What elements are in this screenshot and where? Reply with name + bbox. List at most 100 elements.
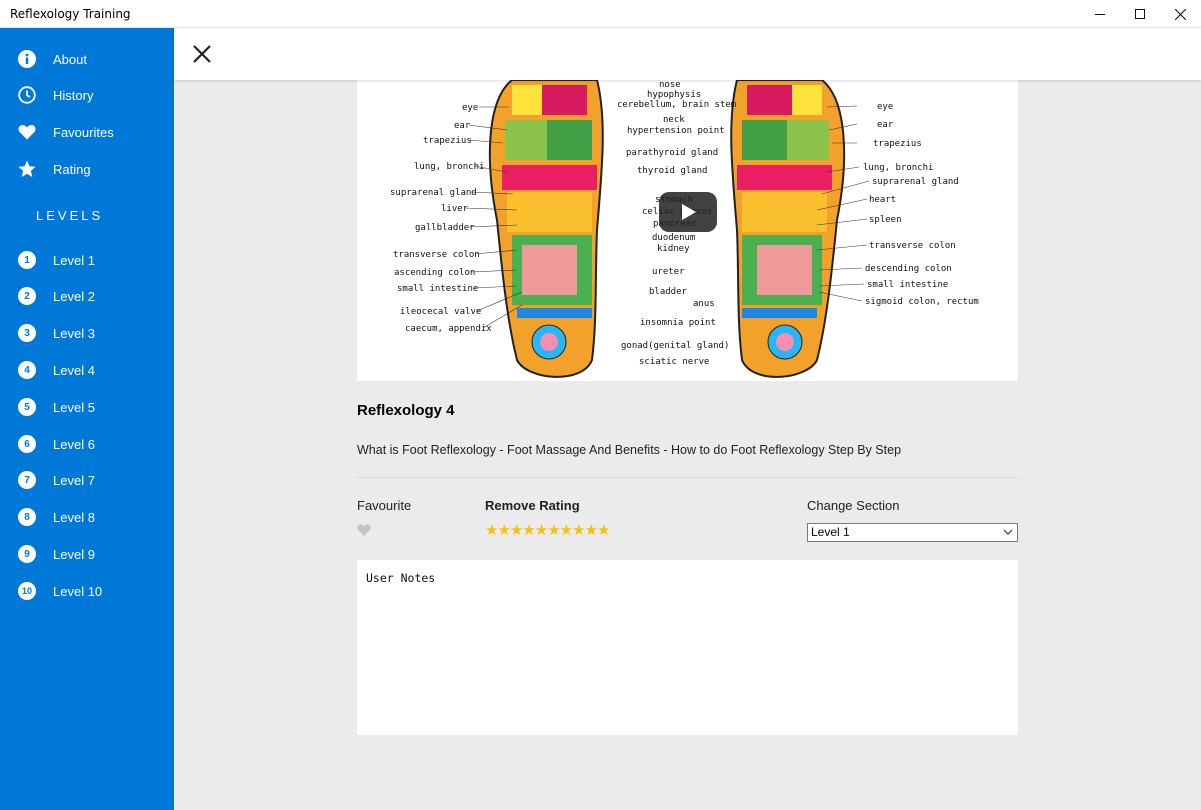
diagram-label: spleen: [869, 215, 902, 225]
level-number-icon: 2: [18, 287, 36, 305]
window-close-icon: [1174, 8, 1186, 20]
maximize-icon: [1135, 9, 1145, 19]
diagram-label: ear: [877, 120, 894, 130]
sidebar-item-label: Level 2: [53, 288, 95, 304]
sidebar-item-level-2[interactable]: 2 Level 2: [0, 279, 174, 313]
diagram-label: suprarenal gland: [390, 188, 477, 198]
level-number-icon: 5: [18, 398, 36, 416]
favourite-heart-icon[interactable]: [357, 523, 371, 537]
sidebar-item-about[interactable]: About: [0, 42, 174, 76]
diagram-label: heart: [869, 195, 896, 205]
sidebar-item-level-6[interactable]: 6 Level 6: [0, 427, 174, 461]
diagram-label: bladder: [649, 287, 688, 297]
sidebar-item-label: Level 7: [53, 472, 95, 488]
window-close-button[interactable]: [1157, 0, 1201, 28]
sidebar-item-rating[interactable]: Rating: [0, 152, 174, 186]
star-icon: [18, 160, 36, 178]
diagram-label: transverse colon: [393, 250, 480, 260]
change-section-label: Change Section: [807, 498, 900, 513]
level-number-icon: 6: [18, 435, 36, 453]
info-icon: [18, 50, 36, 68]
diagram-label: descending colon: [865, 264, 952, 274]
diagram-label: neck: [663, 115, 685, 125]
diagram-label: thyroid gland: [637, 166, 707, 176]
diagram-label: sciatic nerve: [639, 357, 709, 367]
diagram-label: trapezius: [423, 136, 472, 146]
section-dropdown[interactable]: Level 1: [807, 523, 1018, 542]
sidebar-item-label: Level 6: [53, 436, 95, 452]
diagram-label: transverse colon: [869, 241, 956, 251]
level-number-icon: 8: [18, 508, 36, 526]
minimize-icon: [1095, 13, 1105, 15]
diagram-label: duodenum: [652, 233, 695, 243]
sidebar-item-level-9[interactable]: 9 Level 9: [0, 537, 174, 571]
video-title: Reflexology 4: [357, 402, 455, 419]
sidebar-item-level-7[interactable]: 7 Level 7: [0, 463, 174, 497]
video-description: What is Foot Reflexology - Foot Massage …: [357, 443, 902, 457]
star-rating[interactable]: ★★★★★★★★★★: [485, 521, 610, 539]
level-number-icon: 10: [18, 582, 36, 600]
close-icon[interactable]: [190, 42, 214, 66]
left-foot-illustration: [488, 80, 604, 378]
user-notes-field[interactable]: User Notes: [357, 560, 1018, 735]
sidebar-item-label: Level 10: [53, 583, 103, 599]
diagram-label: hypertension point: [627, 126, 725, 136]
sidebar-item-label: Level 1: [53, 252, 95, 268]
sidebar-item-label: Rating: [53, 161, 91, 177]
sidebar-item-label: Level 3: [53, 325, 95, 341]
sidebar-item-label: History: [53, 87, 94, 103]
sidebar-item-label: Favourites: [53, 124, 114, 140]
sidebar-item-label: Level 9: [53, 546, 95, 562]
sidebar: About History Favourites Rating LEVELS 1…: [0, 28, 174, 810]
diagram-label: suprarenal gland: [872, 177, 959, 187]
diagram-label: ileocecal valve: [400, 307, 481, 317]
content-header: [174, 28, 1201, 80]
clock-icon: [18, 86, 36, 104]
section-selected-value: Level 1: [811, 525, 850, 539]
divider: [357, 477, 1018, 478]
diagram-label: anus: [693, 299, 715, 309]
video-player[interactable]: eye ear trapezius lung, bronchi supraren…: [357, 80, 1018, 381]
sidebar-item-level-5[interactable]: 5 Level 5: [0, 390, 174, 424]
level-number-icon: 4: [18, 361, 36, 379]
sidebar-item-level-1[interactable]: 1 Level 1: [0, 243, 174, 277]
diagram-label: eye: [462, 103, 478, 113]
diagram-label: caecum, appendix: [405, 324, 492, 334]
diagram-label: parathyroid gland: [626, 148, 718, 158]
sidebar-item-level-10[interactable]: 10 Level 10: [0, 574, 174, 608]
window-titlebar: Reflexology Training: [0, 0, 1201, 28]
right-foot-illustration: [730, 80, 846, 378]
level-number-icon: 9: [18, 545, 36, 563]
sidebar-item-history[interactable]: History: [0, 78, 174, 112]
sidebar-item-level-3[interactable]: 3 Level 3: [0, 316, 174, 350]
heart-icon: [18, 123, 36, 141]
diagram-label: trapezius: [873, 139, 922, 149]
play-button[interactable]: [659, 192, 717, 232]
diagram-label: hypophysis: [647, 90, 701, 100]
diagram-label: eye: [877, 102, 893, 112]
diagram-label: gonad(genital gland): [621, 341, 729, 351]
diagram-label: small intestine: [867, 280, 948, 290]
sidebar-item-favourites[interactable]: Favourites: [0, 115, 174, 149]
sidebar-item-level-4[interactable]: 4 Level 4: [0, 353, 174, 387]
level-number-icon: 3: [18, 324, 36, 342]
sidebar-item-label: Level 8: [53, 509, 95, 525]
sidebar-item-level-8[interactable]: 8 Level 8: [0, 500, 174, 534]
diagram-label: insomnia point: [640, 318, 716, 328]
diagram-label: lung, bronchi: [414, 162, 484, 172]
window-title: Reflexology Training: [10, 7, 131, 21]
diagram-label: liver: [441, 204, 469, 214]
diagram-label: sigmoid colon, rectum: [865, 297, 979, 307]
diagram-label: kidney: [657, 244, 690, 254]
main-content: eye ear trapezius lung, bronchi supraren…: [174, 80, 1201, 810]
favourite-label: Favourite: [357, 498, 412, 513]
sidebar-item-label: Level 4: [53, 362, 95, 378]
chevron-down-icon: [1003, 529, 1013, 535]
remove-rating-button[interactable]: Remove Rating: [485, 498, 580, 513]
diagram-label: cerebellum, brain stem: [617, 100, 736, 110]
diagram-label: ascending colon: [394, 268, 475, 278]
diagram-label: ear: [454, 121, 471, 131]
levels-heading: LEVELS: [36, 208, 104, 223]
sidebar-item-label: About: [53, 51, 87, 67]
diagram-label: nose: [659, 80, 681, 90]
